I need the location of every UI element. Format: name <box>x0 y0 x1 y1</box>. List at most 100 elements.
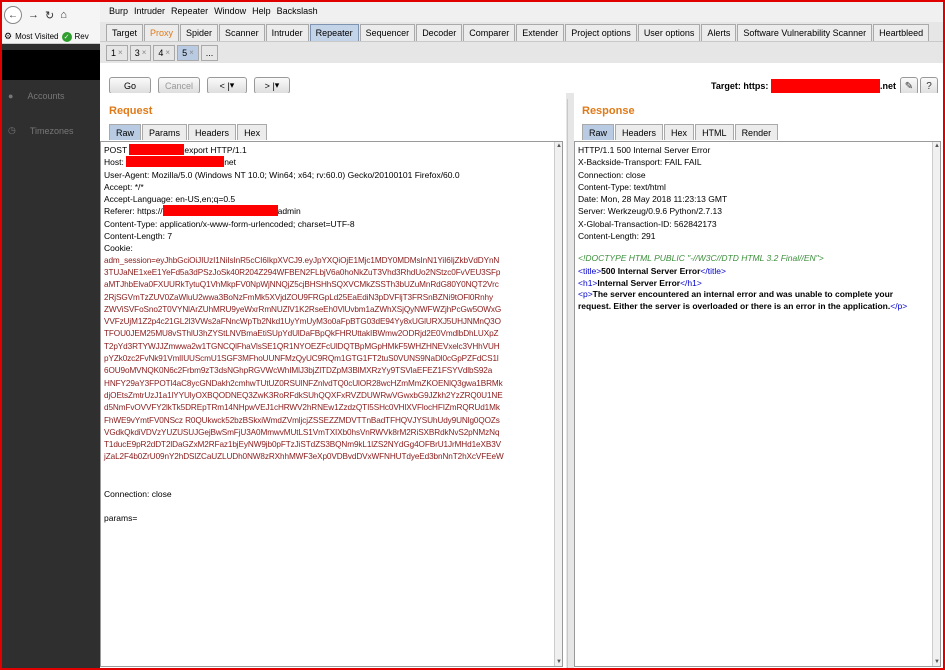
response-tab-raw[interactable]: Raw <box>582 124 615 140</box>
cookie-value-line: T2pYd3RTYWJJZmwwa2w1TGNCQlFhaVlsSE1QR1NY… <box>104 341 500 351</box>
response-header-line: Server: Werkzeug/0.9.6 Python/2.7.13 <box>578 206 722 217</box>
menu-bar: Burp Intruder Repeater Window Help Backslash <box>100 0 945 22</box>
menu-item-window[interactable]: Window <box>214 6 246 16</box>
redacted-referer <box>162 205 278 217</box>
cancel-button[interactable]: Cancel <box>158 77 200 94</box>
scroll-up-icon[interactable]: ▲ <box>933 142 940 150</box>
h1-line: <h1>Internal Server Error</h1> <box>578 277 702 288</box>
bookmark-most-visited[interactable]: Most Visited <box>15 32 58 41</box>
scroll-up-icon[interactable]: ▲ <box>555 142 562 150</box>
forward-history-button[interactable]: > | ▾ <box>254 77 290 94</box>
close-icon[interactable]: × <box>165 48 170 57</box>
request-line: POST export HTTP/1.1 <box>104 144 247 155</box>
tab-label: 5 <box>182 47 188 58</box>
request-subtabs: Raw Params Headers Hex <box>109 124 268 140</box>
close-icon[interactable]: × <box>142 48 147 57</box>
tab-user-options[interactable]: User options <box>637 24 701 41</box>
menu-item-repeater[interactable]: Repeater <box>171 6 208 16</box>
back-history-button[interactable]: < | ▾ <box>207 77 247 94</box>
target-suffix: .net <box>880 81 897 91</box>
tab-alerts[interactable]: Alerts <box>701 24 737 41</box>
tab-intruder[interactable]: Intruder <box>265 24 309 41</box>
request-body-line: params= <box>104 513 138 524</box>
response-tab-headers[interactable]: Headers <box>615 124 664 140</box>
repeater-tab-more[interactable]: ... <box>200 44 219 61</box>
request-header-line: Accept-Language: en-US,en;q=0.5 <box>104 194 236 205</box>
tab-decoder[interactable]: Decoder <box>416 24 463 41</box>
cookie-value-line: ZWViSVFoSno2T0VYNlArZUhMRU9yeWxrRmNUZlV1… <box>104 304 502 314</box>
sidebar-item-label: Timezones <box>29 125 74 136</box>
response-subtabs: Raw Headers Hex HTML Render <box>582 124 779 140</box>
scroll-down-icon[interactable]: ▼ <box>933 658 940 666</box>
chevron-down-icon: ▾ <box>274 80 280 90</box>
chevron-down-icon: ▾ <box>229 80 235 90</box>
menu-item-intruder[interactable]: Intruder <box>134 6 165 16</box>
cookie-value-line: FhWE9vYmtFV0NScz R0QUkwck52bzBSkxiWmdZVm… <box>104 415 500 425</box>
forward-arrow-icon[interactable]: → <box>28 9 39 21</box>
request-tab-params[interactable]: Params <box>142 124 188 140</box>
request-body-line <box>104 500 559 512</box>
clock-icon: ◷ <box>8 125 16 135</box>
repeater-tab-4[interactable]: 4 × <box>153 44 176 61</box>
response-scrollbar[interactable]: ▲ ▼ <box>932 142 940 666</box>
request-tab-hex[interactable]: Hex <box>237 124 268 140</box>
menu-item-help[interactable]: Help <box>252 6 271 16</box>
tab-label: 4 <box>158 47 164 58</box>
repeater-tab-5[interactable]: 5 × <box>177 44 199 61</box>
cookie-value-line: 6OU9oMVNQK0N6c2Frbm9zT3dsNGhpRGVWcWhIMlJ… <box>104 366 493 376</box>
response-tab-render[interactable]: Render <box>734 124 779 140</box>
cookie-value-line: VVFzUjM1Z2p4c21GL2l3VWs2aFNncWpTb2Nkd1Uy… <box>104 317 501 327</box>
tab-sequencer[interactable]: Sequencer <box>359 24 416 41</box>
sidebar-item-accounts[interactable]: ● Accounts <box>8 91 64 101</box>
bookmark-rev[interactable]: Rev <box>75 32 89 41</box>
sidebar-item-timezones[interactable]: ◷ Timezones <box>8 125 74 136</box>
scroll-down-icon[interactable]: ▼ <box>555 658 562 666</box>
request-header-line: Accept: */* <box>104 181 144 192</box>
reload-icon[interactable]: ↻ <box>45 9 54 22</box>
back-arrow-icon[interactable]: ← <box>4 6 22 24</box>
gear-icon: ⚙ <box>4 31 13 41</box>
pane-divider[interactable] <box>567 99 568 670</box>
browser-window: ← → ↻ ⌂ ⚙ Most Visited ✓ Rev ● Accounts … <box>0 0 100 670</box>
redacted-target-host <box>771 79 880 93</box>
cookie-value-line: pYZk0zc2FvNk91VmlIUUScmU1SGF3MFhoUUNFMzQ… <box>104 354 499 364</box>
response-header-line: Connection: close <box>578 169 646 180</box>
cookie-value-line: VGdkQkdiVDVzYUZUSUJGejBwSmFjU3A0MmwvMUtL… <box>104 427 500 437</box>
tab-scanner[interactable]: Scanner <box>219 24 265 41</box>
repeater-tab-1[interactable]: 1 × <box>106 44 128 61</box>
close-icon[interactable]: × <box>118 48 123 57</box>
home-icon[interactable]: ⌂ <box>60 9 67 21</box>
tab-target[interactable]: Target <box>106 24 144 41</box>
request-header-line: User-Agent: Mozilla/5.0 (Windows NT 10.0… <box>104 169 460 180</box>
cookie-value-line: adm_session=eyJhbGciOiJIUzI1NiIsInR5cCI6… <box>104 255 500 265</box>
referer-line: Referer: https://admin <box>104 205 301 217</box>
menu-item-backslash[interactable]: Backslash <box>277 6 318 16</box>
repeater-tab-3[interactable]: 3 × <box>129 44 152 61</box>
cookie-value-line: T1ducE9pR2dDT2lDaGZxM2RFaz1bjEyNW9jb0pFT… <box>104 440 502 450</box>
response-editor[interactable]: HTTP/1.1 500 Internal Server Error X-Back… <box>574 141 941 667</box>
response-tab-html[interactable]: HTML <box>695 124 734 140</box>
redacted-host <box>126 156 225 168</box>
tab-comparer[interactable]: Comparer <box>463 24 516 41</box>
tab-proxy[interactable]: Proxy <box>144 24 180 41</box>
target-label: Target: https: <box>711 81 769 91</box>
cookie-value-line: aMTJhbElva0FXUURkTytuQ1VhMkpFV0NpWjNNQjZ… <box>104 280 499 290</box>
request-scrollbar[interactable]: ▲ ▼ <box>554 142 562 666</box>
tab-extender[interactable]: Extender <box>516 24 565 41</box>
go-button[interactable]: Go <box>109 77 151 94</box>
tab-spider[interactable]: Spider <box>180 24 219 41</box>
request-editor[interactable]: POST export HTTP/1.1 Host: net User-Agen… <box>100 141 563 667</box>
tab-repeater[interactable]: Repeater <box>309 24 359 41</box>
response-tab-hex[interactable]: Hex <box>664 124 695 140</box>
cookie-value-line: djOEtsZmtrUzJ1a1lYYUlyOXBQODNEQ3ZwK3RoRF… <box>104 390 503 400</box>
tab-software-vulnerability-scanner[interactable]: Software Vulnerability Scanner <box>737 24 873 41</box>
tab-project-options[interactable]: Project options <box>565 24 637 41</box>
menu-item-burp[interactable]: Burp <box>109 6 128 16</box>
request-header-line: Cookie: <box>104 243 133 254</box>
request-tab-headers[interactable]: Headers <box>188 124 237 140</box>
tab-heartbleed[interactable]: Heartbleed <box>873 24 930 41</box>
request-tab-raw[interactable]: Raw <box>109 124 142 140</box>
close-icon[interactable]: × <box>189 48 194 57</box>
cookie-value-line: 3TUJaNE1xeE1YeFd5a3dPSzJoSk40R204Z294WFB… <box>104 267 501 277</box>
check-icon: ✓ <box>61 31 72 42</box>
